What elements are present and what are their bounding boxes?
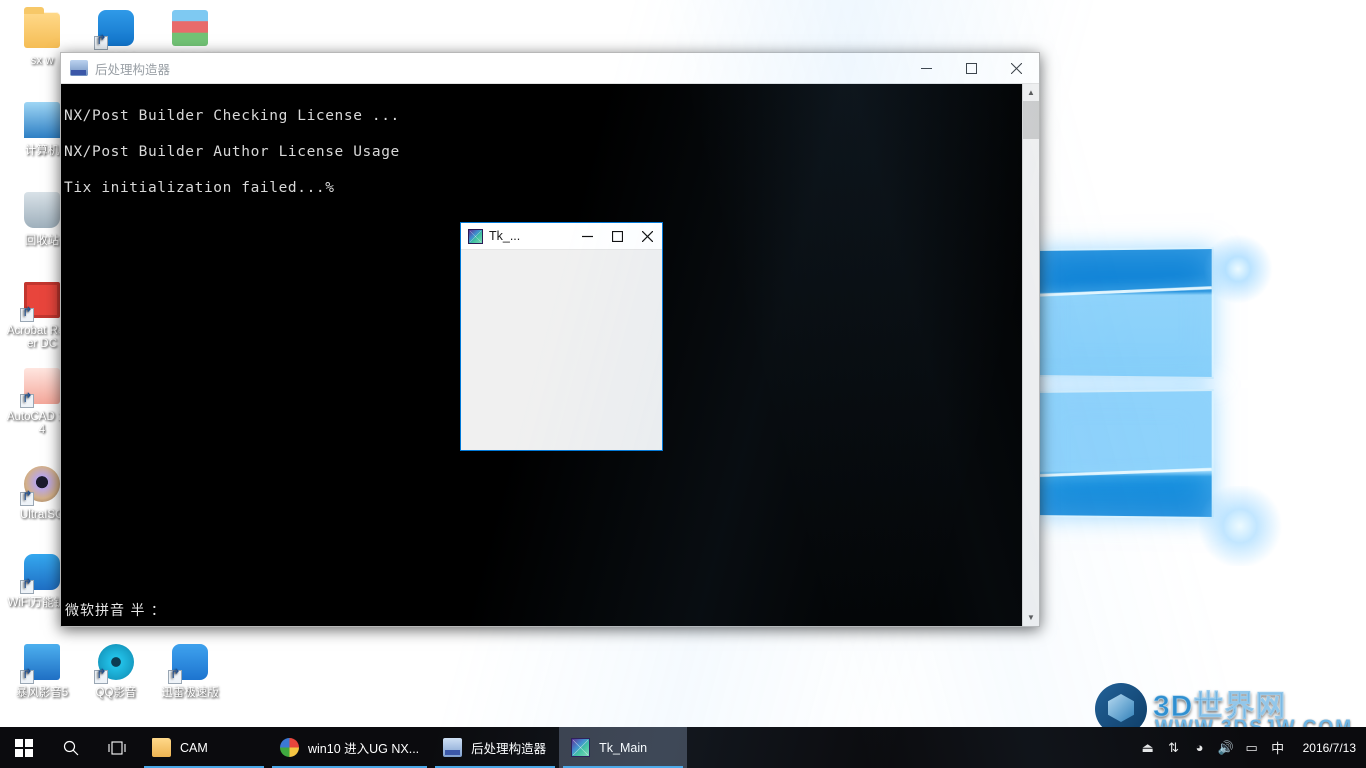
wifi-icon[interactable]: ◕	[1187, 727, 1213, 768]
ime-chinese-icon[interactable]: 中	[1265, 727, 1291, 768]
console-close-button[interactable]	[994, 53, 1039, 83]
computer-icon-art	[24, 102, 60, 138]
folder-user-icon	[20, 7, 64, 52]
taskbar-item-label: Tk_Main	[599, 740, 648, 755]
tk-feather-icon	[571, 738, 591, 757]
windows-wallpaper-logo	[1035, 234, 1285, 566]
task-view-icon[interactable]	[94, 727, 140, 768]
clock-date: 2016/7/13	[1302, 740, 1356, 755]
recycle-bin-icon	[20, 188, 64, 232]
shortcut-arrow-icon	[94, 36, 108, 50]
console-text-lines: NX/Post Builder Checking License ... NX/P…	[61, 84, 1039, 206]
post-builder-icon	[443, 738, 463, 757]
console-line-1: NX/Post Builder Checking License ...	[64, 108, 400, 124]
tk-maximize-button[interactable]	[602, 223, 632, 249]
winrar-archive-icon-art	[172, 10, 208, 46]
taskbar-item-win10-ug-nx[interactable]: win10 进入UG NX...	[268, 727, 431, 768]
autocad-icon	[20, 364, 64, 408]
shortcut-arrow-icon	[94, 670, 108, 684]
post-builder-icon	[70, 60, 88, 76]
console-titlebar[interactable]: 后处理构造器	[61, 53, 1039, 84]
qq-player-icon	[94, 640, 138, 684]
shortcut-arrow-icon	[20, 394, 34, 408]
tk-window-title: Tk_...	[489, 229, 521, 243]
shortcut-arrow-icon	[20, 308, 34, 322]
ultraiso-icon	[20, 462, 64, 506]
tk-titlebar[interactable]: Tk_...	[461, 223, 662, 250]
desktop-icon-10[interactable]: 暴风影音5	[6, 640, 78, 700]
taskbar-item-[interactable]: 后处理构造器	[431, 727, 559, 768]
taskbar-item-cam[interactable]: CAM	[140, 727, 268, 768]
shortcut-arrow-icon	[168, 670, 182, 684]
windows-start-icon[interactable]	[0, 727, 48, 768]
tk-window-body[interactable]	[461, 250, 662, 450]
taskbar-item-tk-main[interactable]: Tk_Main	[559, 727, 688, 768]
search-icon[interactable]	[48, 727, 94, 768]
taskbar-item-label: 后处理构造器	[471, 742, 547, 756]
baofeng-player-icon	[20, 640, 64, 684]
console-window-title: 后处理构造器	[95, 62, 171, 77]
wallpaper-pane-top	[1037, 246, 1214, 380]
system-tray[interactable]: ⏏ ⇅ ◕ 🔊 ▭ 中	[1135, 727, 1297, 768]
taskbar[interactable]: CAM win10 进入UG NX... 后处理构造器 Tk_Main ⏏ ⇅ ◕ 🔊 ▭ 中 …	[0, 727, 1366, 768]
network-off-icon[interactable]: ⇅	[1161, 727, 1187, 768]
recycle-bin-icon-art	[24, 192, 60, 228]
scrollbar-thumb[interactable]	[1023, 101, 1039, 139]
tk-close-button[interactable]	[632, 223, 662, 249]
console-maximize-button[interactable]	[949, 53, 994, 83]
wallpaper-pane-bottom	[1037, 388, 1214, 520]
folder-user-icon-art	[24, 7, 60, 48]
console-minimize-button[interactable]	[904, 53, 949, 83]
pinwheel-icon	[280, 738, 299, 757]
tk-feather-icon	[468, 228, 483, 244]
shortcut-arrow-icon	[20, 580, 34, 594]
shortcut-arrow-icon	[20, 670, 34, 684]
desktop-icon-11[interactable]: QQ影音	[80, 640, 152, 700]
pc-manager-icon	[94, 6, 138, 50]
scrollbar-up-arrow-icon[interactable]: ▲	[1023, 84, 1039, 101]
desktop[interactable]: sx w电脑管家UG个人后处计算机回收站Acrobat Reader DCAut…	[0, 0, 1366, 768]
computer-icon	[20, 98, 64, 142]
tk-minimize-button[interactable]	[572, 223, 602, 249]
wallpaper-glow-bottom	[1195, 486, 1285, 566]
shortcut-arrow-icon	[20, 492, 34, 506]
console-line-3: Tix initialization failed...%	[64, 180, 335, 196]
console-line-2: NX/Post Builder Author License Usage	[64, 144, 400, 160]
desktop-icon-label: QQ影音	[95, 687, 137, 699]
desktop-icon-label: 暴风影音5	[15, 687, 69, 699]
taskbar-item-label: win10 进入UG NX...	[308, 742, 420, 756]
desktop-icon-label: 迅雷极速版	[161, 687, 219, 699]
wifi-master-key-icon	[20, 550, 64, 594]
wallpaper-glow-top	[1203, 234, 1273, 304]
notification-icon[interactable]: ▭	[1239, 727, 1265, 768]
acrobat-reader-icon	[20, 278, 64, 322]
thunder-icon	[168, 640, 212, 684]
folder-icon	[152, 738, 171, 757]
windows-logo-glyph	[15, 738, 33, 757]
taskbar-item-label: CAM	[180, 740, 208, 755]
scrollbar-down-arrow-icon[interactable]: ▼	[1023, 609, 1039, 626]
winrar-archive-icon	[168, 6, 212, 50]
console-scrollbar[interactable]: ▲ ▼	[1022, 84, 1039, 626]
desktop-icon-12[interactable]: 迅雷极速版	[154, 640, 226, 700]
volume-icon[interactable]: 🔊	[1213, 727, 1239, 768]
tk-main-window[interactable]: Tk_...	[460, 222, 663, 451]
ime-status-bar: 微软拼音 半 ：	[65, 603, 166, 619]
usb-eject-icon[interactable]: ⏏	[1135, 727, 1161, 768]
taskbar-clock[interactable]: 2016/7/13	[1297, 727, 1366, 768]
taskbar-window-buttons: CAM win10 进入UG NX... 后处理构造器 Tk_Main	[140, 727, 688, 768]
